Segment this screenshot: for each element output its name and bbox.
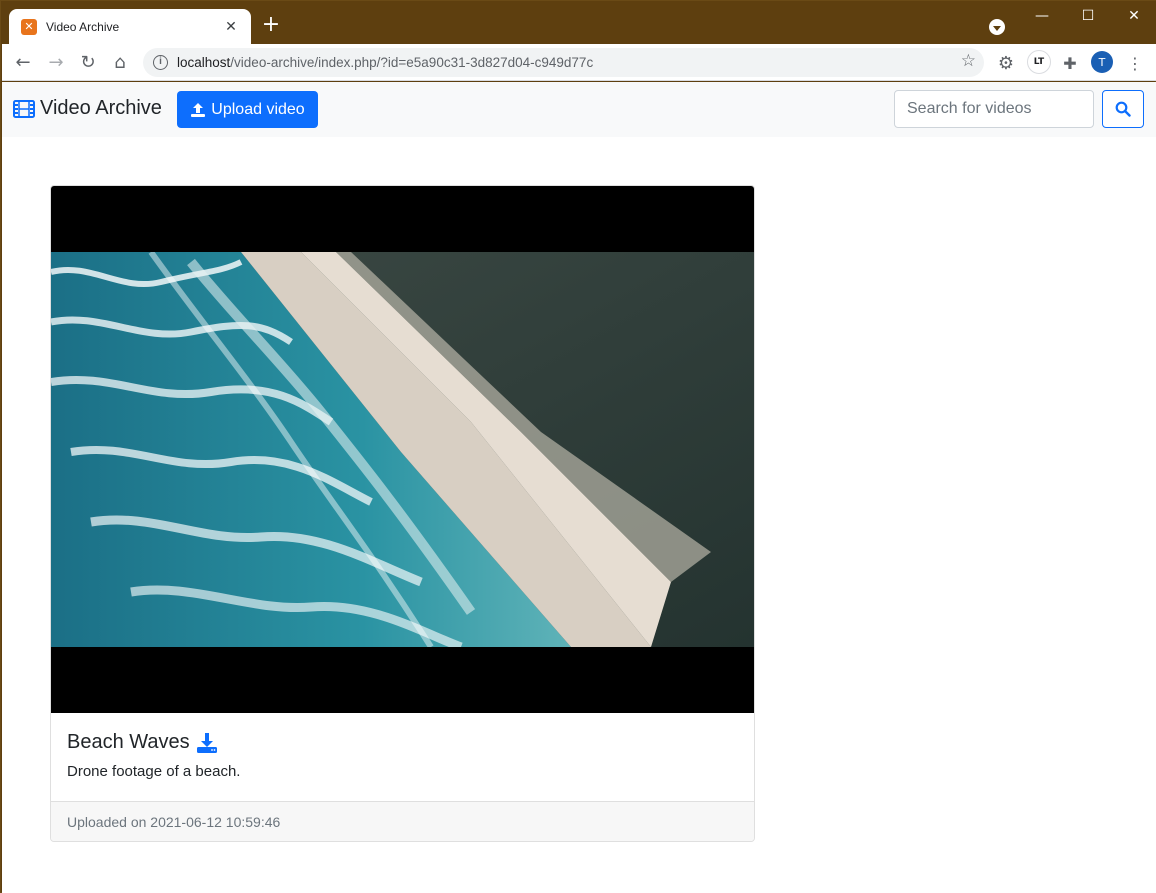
tab-close-icon[interactable]: ✕ — [223, 18, 239, 35]
window-close-icon[interactable]: ✕ — [1111, 1, 1156, 31]
extension-gear-icon[interactable]: ⚙ — [995, 52, 1017, 74]
home-icon[interactable]: ⌂ — [106, 49, 134, 77]
video-player[interactable] — [51, 186, 754, 713]
video-card: Beach Waves Drone footage of a beach. Up… — [50, 185, 755, 842]
browser-toolbar: ← → ↻ ⌂ i localhost/video-archive/index.… — [2, 44, 1156, 81]
film-icon — [13, 99, 35, 118]
brand-title: Video Archive — [40, 97, 162, 119]
card-footer: Uploaded on 2021-06-12 10:59:46 — [51, 801, 754, 841]
search-icon — [1115, 101, 1131, 117]
url-path: /video-archive/index.php/?id=e5a90c31-3d… — [230, 55, 594, 70]
navbar: Video Archive Upload video — [2, 82, 1156, 137]
search-input[interactable] — [894, 90, 1094, 128]
browser-menu-icon[interactable]: ⋮ — [1124, 52, 1146, 74]
card-body: Beach Waves Drone footage of a beach. — [51, 713, 754, 801]
browser-window: ✕ Video Archive ✕ + — ☐ ✕ ← → ↻ ⌂ i loca… — [0, 0, 1156, 893]
address-bar[interactable]: i localhost/video-archive/index.php/?id=… — [143, 48, 984, 77]
bookmark-star-icon[interactable]: ☆ — [961, 51, 976, 71]
video-description: Drone footage of a beach. — [67, 763, 241, 780]
video-title: Beach Waves — [67, 731, 190, 753]
page-viewport: Video Archive Upload video Search for vi… — [2, 82, 1156, 893]
profile-avatar[interactable]: T — [1091, 51, 1113, 73]
site-info-icon[interactable]: i — [153, 55, 168, 70]
languagetool-extension-icon[interactable]: LT — [1027, 50, 1051, 74]
extensions-puzzle-icon[interactable]: ✚ — [1059, 52, 1081, 74]
upload-icon — [191, 102, 206, 117]
forward-icon[interactable]: → — [42, 49, 70, 77]
upload-video-label: Upload video — [211, 100, 305, 118]
download-icon[interactable] — [196, 732, 218, 754]
minimize-icon[interactable]: — — [1019, 1, 1065, 31]
video-title-row: Beach Waves — [67, 731, 738, 754]
reload-icon[interactable]: ↻ — [74, 49, 102, 77]
maximize-icon[interactable]: ☐ — [1065, 1, 1111, 31]
tab-strip: ✕ Video Archive ✕ + — ☐ ✕ — [1, 1, 1156, 44]
xampp-favicon-icon: ✕ — [21, 18, 37, 35]
url-host: localhost — [177, 55, 231, 70]
browser-tab[interactable]: ✕ Video Archive ✕ — [9, 9, 251, 44]
brand-link[interactable]: Video Archive — [13, 97, 162, 120]
search-button[interactable] — [1102, 90, 1144, 128]
new-tab-icon[interactable]: + — [259, 13, 283, 37]
beach-video-frame — [51, 252, 754, 647]
tab-search-icon[interactable] — [989, 19, 1005, 35]
back-icon[interactable]: ← — [9, 49, 37, 77]
tab-title: Video Archive — [46, 19, 120, 34]
upload-timestamp: Uploaded on 2021-06-12 10:59:46 — [67, 814, 281, 830]
upload-video-button[interactable]: Upload video — [177, 91, 318, 128]
